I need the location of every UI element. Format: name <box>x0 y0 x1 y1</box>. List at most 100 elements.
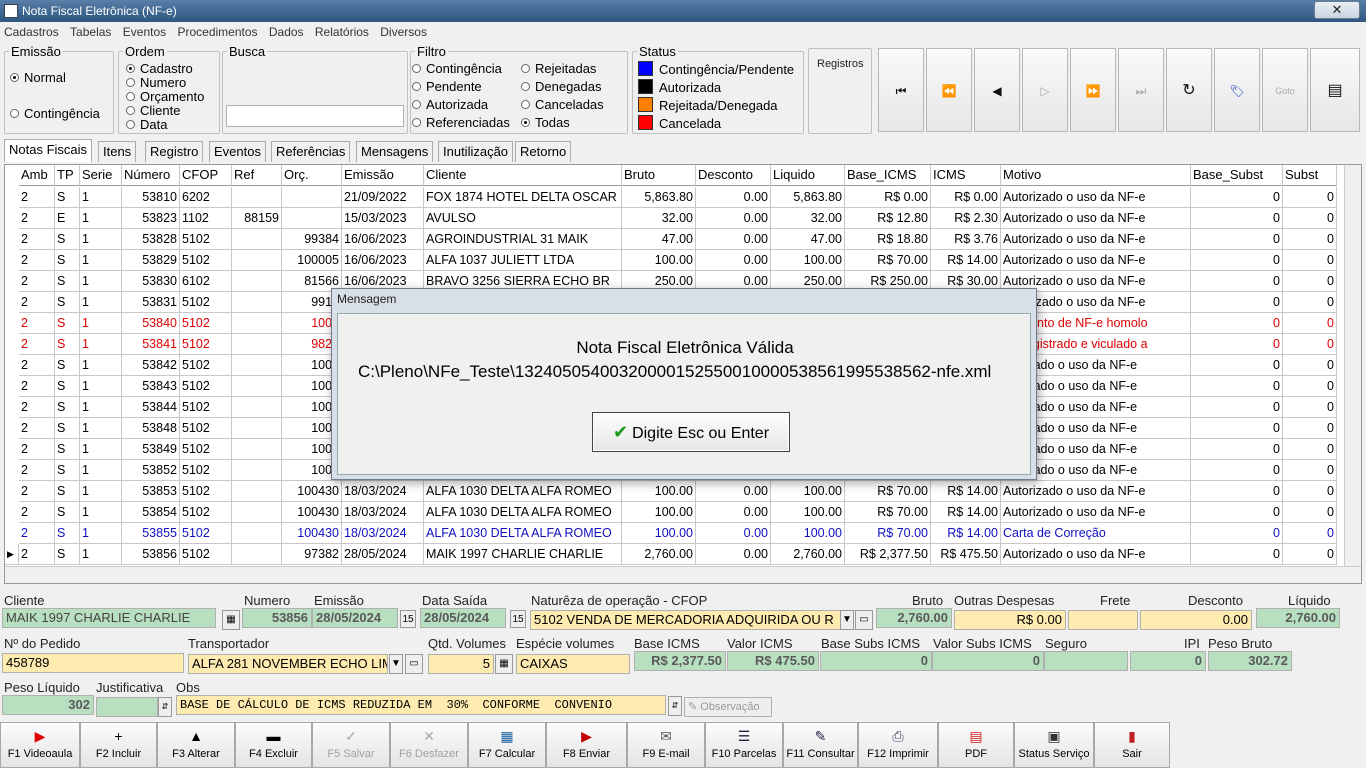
close-button[interactable]: ✕ <box>1314 1 1360 19</box>
menu-cadastros[interactable]: Cadastros <box>0 22 63 42</box>
natureza-select[interactable]: 5102 VENDA DE MERCADORIA ADQUIRIDA OU R <box>530 610 842 630</box>
grid-header-cell[interactable]: Orç. <box>282 165 342 186</box>
fkey-f6-desfazer-button[interactable]: ✕ F6 Desfazer <box>390 722 468 768</box>
radio-filtro-contingencia[interactable]: Contingência <box>412 61 502 76</box>
fkey-f7-calcular-button[interactable]: ▦ F7 Calcular <box>468 722 546 768</box>
natureza-dropdown-icon[interactable]: ▼ <box>840 610 854 630</box>
menu-procedimentos[interactable]: Procedimentos <box>173 22 261 42</box>
outras-field[interactable]: R$ 0.00 <box>954 610 1066 630</box>
grid-header-cell[interactable]: Número <box>122 165 180 186</box>
grid-header-cell[interactable]: Ref <box>232 165 282 186</box>
seguro-field[interactable] <box>1044 651 1128 671</box>
justif-field[interactable] <box>96 697 158 717</box>
fkey-f11-consultar-button[interactable]: ✎ F11 Consultar <box>783 722 858 768</box>
radio-filtro-canceladas[interactable]: Canceladas <box>521 97 604 112</box>
radio-filtro-todas[interactable]: Todas <box>521 115 570 130</box>
fkey-f10-parcelas-button[interactable]: ☰ F10 Parcelas <box>705 722 783 768</box>
tab-referencias[interactable]: Referências <box>271 141 351 162</box>
fkey-sair-button[interactable]: ▮ Sair <box>1094 722 1170 768</box>
radio-emissao-contingencia[interactable]: Contingência <box>10 106 100 121</box>
valoricms-field[interactable]: R$ 475.50 <box>727 651 819 671</box>
saida-calendar-icon[interactable]: 15 <box>510 610 526 628</box>
transp-folder-icon[interactable]: ▭ <box>405 654 423 674</box>
observacao-button[interactable]: ✎ Observação <box>684 697 772 717</box>
tab-itens[interactable]: Itens <box>98 141 137 162</box>
bruto-field[interactable]: 2,760.00 <box>876 608 952 628</box>
pesoliq-field[interactable]: 302 <box>2 695 94 715</box>
grid-header-cell[interactable]: Subst <box>1283 165 1337 186</box>
especie-field[interactable]: CAIXAS <box>516 654 630 674</box>
busca-input[interactable] <box>226 105 404 127</box>
fkey-f1-videoaula-button[interactable]: ▶ F1 Videoaula <box>0 722 80 768</box>
nav-prev-button[interactable]: ◀ <box>974 48 1020 132</box>
grid-header-cell[interactable]: Emissão <box>342 165 424 186</box>
obs-field[interactable]: BASE DE CÁLCULO DE ICMS REDUZIDA EM 30% … <box>176 695 666 715</box>
vertical-scrollbar[interactable] <box>1344 165 1361 568</box>
fkey-pdf-button[interactable]: ▤ PDF <box>938 722 1014 768</box>
liquido-field[interactable]: 2,760.00 <box>1256 608 1340 628</box>
dialog-ok-button[interactable]: ✔ Digite Esc ou Enter <box>592 412 790 452</box>
fkey-f2-incluir-button[interactable]: + F2 Incluir <box>80 722 157 768</box>
menu-diversos[interactable]: Diversos <box>376 22 431 42</box>
grid-header-cell[interactable]: Cliente <box>424 165 622 186</box>
tab-mensagens[interactable]: Mensagens <box>356 141 434 162</box>
nav-next-button[interactable]: ▷ <box>1022 48 1068 132</box>
emissao-date-field[interactable]: 28/05/2024 <box>312 608 398 628</box>
qtd-calc-icon[interactable]: ▦ <box>495 654 513 674</box>
pesobruto-field[interactable]: 302.72 <box>1208 651 1292 671</box>
radio-ordem-numero[interactable]: Numero <box>126 75 186 90</box>
menu-eventos[interactable]: Eventos <box>119 22 170 42</box>
saida-field[interactable]: 28/05/2024 <box>420 608 506 628</box>
tag-button[interactable]: 🏷 <box>1214 48 1260 132</box>
nav-first-button[interactable]: ⏮ <box>878 48 924 132</box>
natureza-folder-icon[interactable]: ▭ <box>855 610 873 630</box>
radio-ordem-data[interactable]: Data <box>126 117 167 132</box>
goto-button[interactable]: Goto <box>1262 48 1308 132</box>
tab-retorno[interactable]: Retorno <box>515 141 572 162</box>
numero-field[interactable]: 53856 <box>242 608 312 628</box>
baseicms-field[interactable]: R$ 2,377.50 <box>634 651 726 671</box>
ipi-field[interactable]: 0 <box>1130 651 1206 671</box>
fkey-f5-salvar-button[interactable]: ✓ F5 Salvar <box>312 722 390 768</box>
emissao-calendar-icon[interactable]: 15 <box>400 610 416 628</box>
radio-filtro-referenciadas[interactable]: Referenciadas <box>412 115 510 130</box>
radio-filtro-rejeitadas[interactable]: Rejeitadas <box>521 61 596 76</box>
grid-header-cell[interactable]: TP <box>55 165 80 186</box>
grid-header-cell[interactable]: ICMS <box>931 165 1001 186</box>
radio-ordem-orcamento[interactable]: Orçamento <box>126 89 204 104</box>
menu-relatorios[interactable]: Relatórios <box>311 22 373 42</box>
nav-next-page-button[interactable]: ⏩ <box>1070 48 1116 132</box>
nav-prev-page-button[interactable]: ⏪ <box>926 48 972 132</box>
cliente-search-icon[interactable]: ▦ <box>222 610 240 630</box>
pedido-field[interactable]: 458789 <box>2 653 184 673</box>
fkey-f4-excluir-button[interactable]: ▬ F4 Excluir <box>235 722 312 768</box>
radio-ordem-cliente[interactable]: Cliente <box>126 103 180 118</box>
fkey-f3-alterar-button[interactable]: ▲ F3 Alterar <box>157 722 235 768</box>
tab-notas-fiscais[interactable]: Notas Fiscais <box>4 139 93 162</box>
grid-header-cell[interactable]: CFOP <box>180 165 232 186</box>
horizontal-scrollbar[interactable] <box>5 566 1361 583</box>
grid-header-cell[interactable]: Liquido <box>771 165 845 186</box>
grid-header-cell[interactable]: Amb <box>19 165 55 186</box>
frete-field[interactable] <box>1068 610 1138 630</box>
tab-eventos[interactable]: Eventos <box>209 141 266 162</box>
grid-header-cell[interactable]: Base_ICMS <box>845 165 931 186</box>
grid-header-cell[interactable]: Bruto <box>622 165 696 186</box>
basesubs-field[interactable]: 0 <box>820 651 932 671</box>
menu-tabelas[interactable]: Tabelas <box>66 22 115 42</box>
obs-spinner-icon[interactable]: ⇵ <box>668 696 682 716</box>
tab-inutilizacao[interactable]: Inutilização <box>438 141 514 162</box>
radio-filtro-pendente[interactable]: Pendente <box>412 79 482 94</box>
desconto-field[interactable]: 0.00 <box>1140 610 1252 630</box>
grid-header-cell[interactable]: Base_Subst <box>1191 165 1283 186</box>
radio-emissao-normal[interactable]: Normal <box>10 70 66 85</box>
fkey-status-servi-o-button[interactable]: ▣ Status Serviço <box>1014 722 1094 768</box>
fkey-f8-enviar-button[interactable]: ▶ F8 Enviar <box>546 722 627 768</box>
valorsubs-field[interactable]: 0 <box>932 651 1044 671</box>
radio-filtro-autorizada[interactable]: Autorizada <box>412 97 488 112</box>
grid-header-cell[interactable]: Desconto <box>696 165 771 186</box>
justif-spinner-icon[interactable]: ⇵ <box>158 697 172 717</box>
cliente-field[interactable]: MAIK 1997 CHARLIE CHARLIE <box>2 608 216 628</box>
fkey-f12-imprimir-button[interactable]: ⎙ F12 Imprimir <box>858 722 938 768</box>
radio-ordem-cadastro[interactable]: Cadastro <box>126 61 193 76</box>
